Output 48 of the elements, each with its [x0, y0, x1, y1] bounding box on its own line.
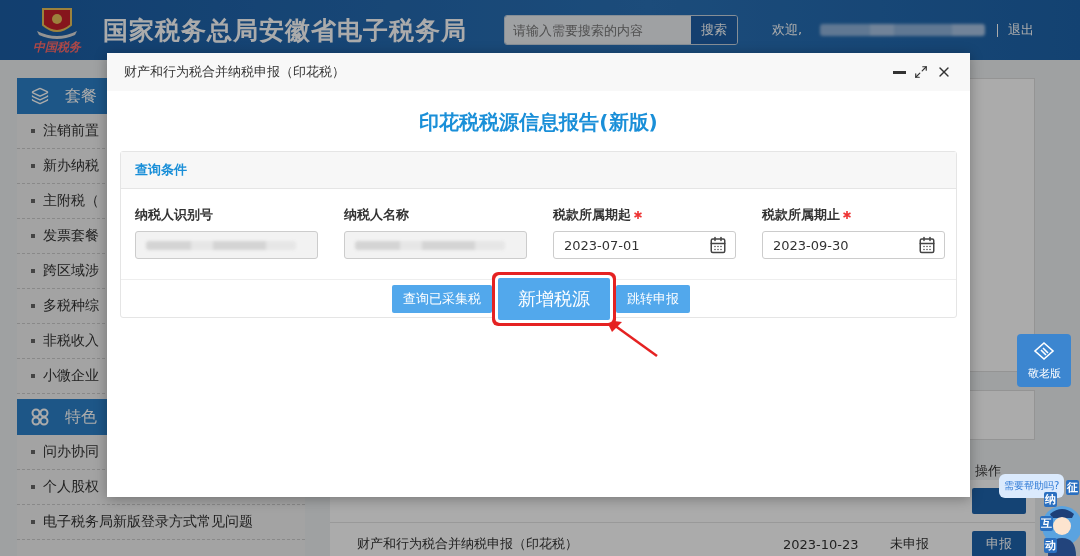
bullet-icon	[31, 520, 35, 524]
table-cell-text: 未申报	[890, 535, 930, 553]
bullet-icon	[31, 450, 35, 454]
mascot-label-character: 纳	[1044, 492, 1057, 507]
date-field[interactable]: 2023-07-01	[553, 231, 736, 259]
bullet-icon	[31, 129, 35, 133]
table-cell-text: 2023-10-23	[783, 536, 860, 552]
clover-icon	[31, 408, 49, 426]
logout-link[interactable]: 退出	[1008, 21, 1035, 39]
divider	[997, 23, 999, 37]
layers-icon	[31, 87, 49, 105]
calendar-icon[interactable]	[709, 236, 727, 254]
welcome-text: 欢迎,	[772, 21, 803, 39]
bullet-icon	[31, 234, 35, 238]
action-button[interactable]: 跳转申报	[615, 284, 690, 313]
bullet-icon	[31, 304, 35, 308]
elder-mode-button[interactable]: 敬老版	[1017, 334, 1071, 387]
field-label: 税款所属期起	[553, 206, 736, 224]
site-title: 国家税务总局安徽省电子税务局	[103, 14, 468, 47]
field-label: 税款所属期止	[762, 206, 945, 224]
action-button[interactable]: 查询已采集税	[391, 284, 492, 313]
date-value: 2023-07-01	[564, 237, 641, 253]
mascot-label-character: 动	[1044, 538, 1057, 553]
minimize-icon	[893, 70, 906, 74]
group-title: 特色	[65, 406, 97, 428]
report-heading: 印花税税源信息报告(新版)	[418, 109, 659, 136]
group-title: 套餐	[65, 85, 97, 107]
mascot-label-character: 互	[1040, 516, 1053, 531]
field-label: 纳税人名称	[344, 206, 410, 224]
bullet-icon	[31, 199, 35, 203]
maximize-icon	[914, 65, 928, 79]
logo-caption: 中国税务	[33, 38, 81, 56]
declare-button[interactable]: 申报	[972, 531, 1026, 556]
bullet-icon	[31, 269, 35, 273]
bullet-icon	[31, 339, 35, 343]
field-label: 纳税人识别号	[135, 206, 214, 224]
dialog-title: 财产和行为税合并纳税申报（印花税）	[124, 63, 346, 81]
column-header: 操作	[975, 462, 1001, 480]
panel-title: 查询条件	[121, 152, 956, 189]
calendar-icon[interactable]	[918, 236, 936, 254]
bullet-icon	[31, 164, 35, 168]
bullet-icon	[31, 374, 35, 378]
date-field[interactable]: 2023-09-30	[762, 231, 945, 259]
sidebar-item[interactable]: 电子税务局新版登录方式常见问题	[17, 505, 305, 540]
bullet-icon	[31, 485, 35, 489]
date-value: 2023-09-30	[773, 237, 850, 253]
table-cell-text: 财产和行为税合并纳税申报（印花税）	[357, 535, 579, 553]
mascot-label-character: 征	[1066, 480, 1079, 495]
